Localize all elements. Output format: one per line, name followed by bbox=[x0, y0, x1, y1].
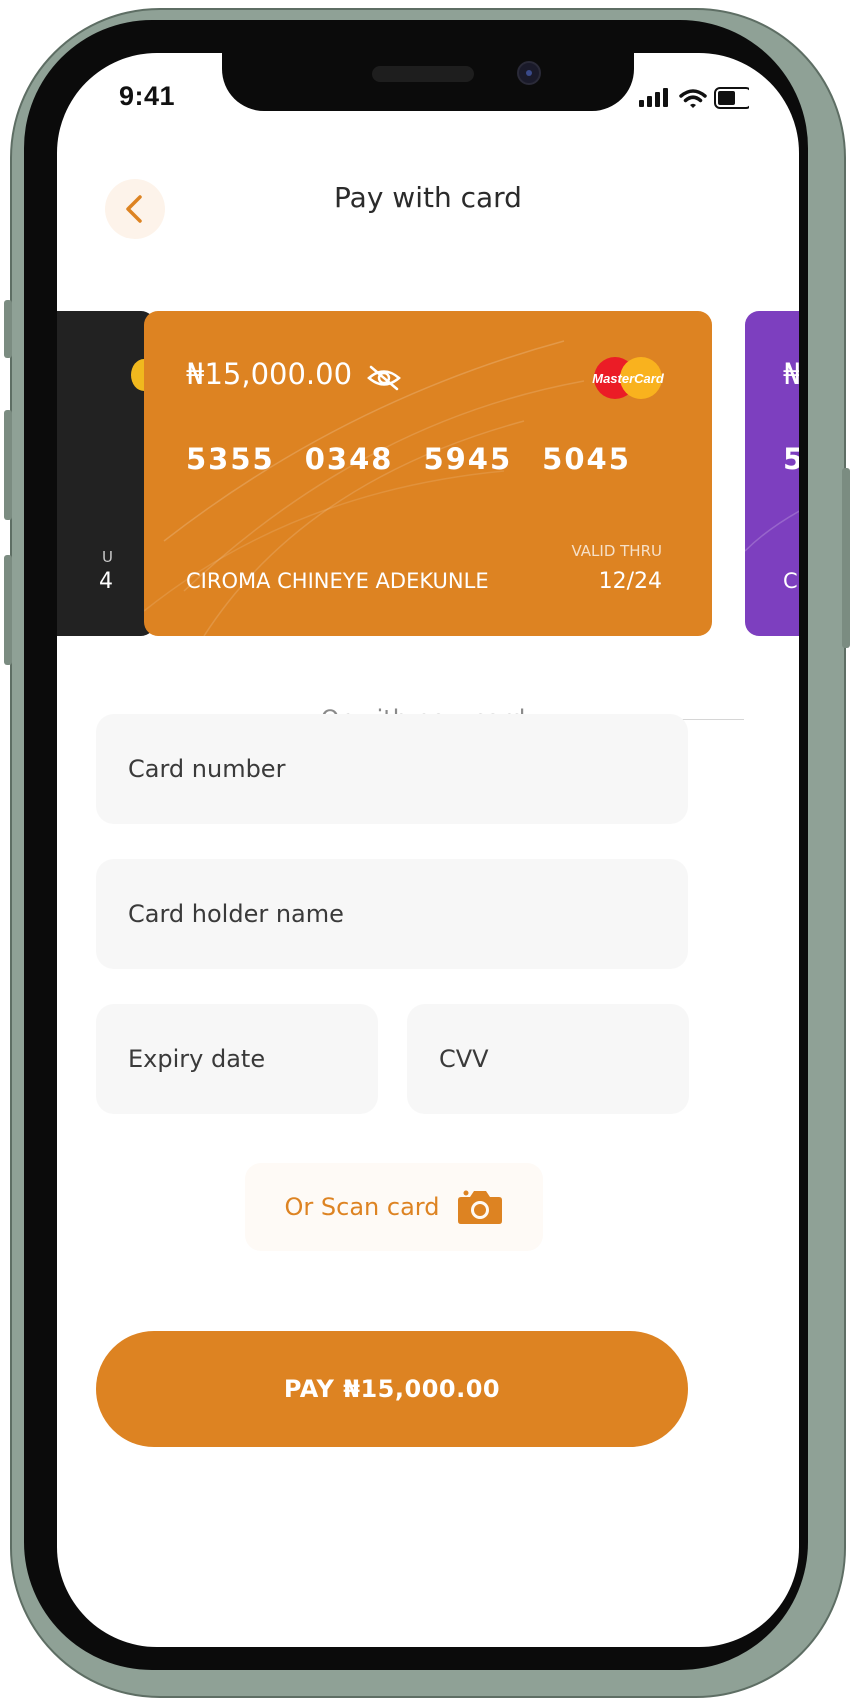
card-holder-name: CIROMA CHINEYE ADEKUNLE bbox=[186, 569, 489, 593]
card-number-group: 5355 bbox=[186, 442, 275, 476]
status-icons bbox=[639, 83, 752, 113]
card-balance: ₦15,000.00 bbox=[186, 357, 353, 391]
card-number-group: 5045 bbox=[542, 442, 631, 476]
card-holder-input[interactable]: Card holder name bbox=[96, 859, 688, 969]
mastercard-wordmark: MasterCard bbox=[592, 371, 665, 386]
hide-balance-icon[interactable] bbox=[366, 363, 402, 397]
camera-icon bbox=[458, 1190, 503, 1224]
side-button bbox=[842, 468, 850, 648]
valid-thru-fragment: U bbox=[102, 548, 113, 566]
cvv-input[interactable]: CVV bbox=[407, 1004, 689, 1114]
card-holder-fragment: C bbox=[783, 569, 798, 593]
scan-card-label: Or Scan card bbox=[284, 1193, 440, 1221]
mastercard-logo-icon: MasterCard bbox=[591, 355, 665, 401]
card-number-group: 5945 bbox=[423, 442, 513, 476]
card-number-input[interactable]: Card number bbox=[96, 714, 688, 824]
card-expiry: 12/24 bbox=[598, 569, 662, 594]
card-number-fragment: 5 bbox=[783, 442, 799, 476]
signal-wifi-battery-icon bbox=[639, 87, 752, 109]
screen: 9:41 Pay with card U 4 ₦15,000.00 Master… bbox=[57, 53, 799, 1647]
card-balance-fragment: ₦ bbox=[783, 357, 799, 391]
expiry-date-input[interactable]: Expiry date bbox=[96, 1004, 378, 1114]
page-title: Pay with card bbox=[334, 181, 522, 214]
saved-card-purple[interactable]: ₦ 5 C bbox=[745, 311, 799, 636]
side-button bbox=[4, 555, 12, 665]
notch bbox=[222, 53, 634, 111]
side-button bbox=[4, 410, 12, 520]
card-number-group: 0348 bbox=[304, 442, 394, 476]
status-time: 9:41 bbox=[119, 81, 176, 111]
card-number: 5355 0348 5945 5045 bbox=[186, 442, 631, 476]
side-button bbox=[4, 300, 12, 358]
front-camera bbox=[517, 61, 541, 85]
saved-card-dark[interactable]: U 4 bbox=[57, 311, 155, 636]
valid-thru-label: VALID THRU bbox=[571, 542, 662, 560]
pay-button[interactable]: PAY ₦15,000.00 bbox=[96, 1331, 688, 1447]
speaker bbox=[372, 66, 474, 82]
scan-card-button[interactable]: Or Scan card bbox=[245, 1163, 543, 1251]
expiry-fragment: 4 bbox=[99, 569, 113, 594]
saved-card-selected[interactable]: ₦15,000.00 MasterCard 5355 0348 5945 504… bbox=[144, 311, 712, 636]
